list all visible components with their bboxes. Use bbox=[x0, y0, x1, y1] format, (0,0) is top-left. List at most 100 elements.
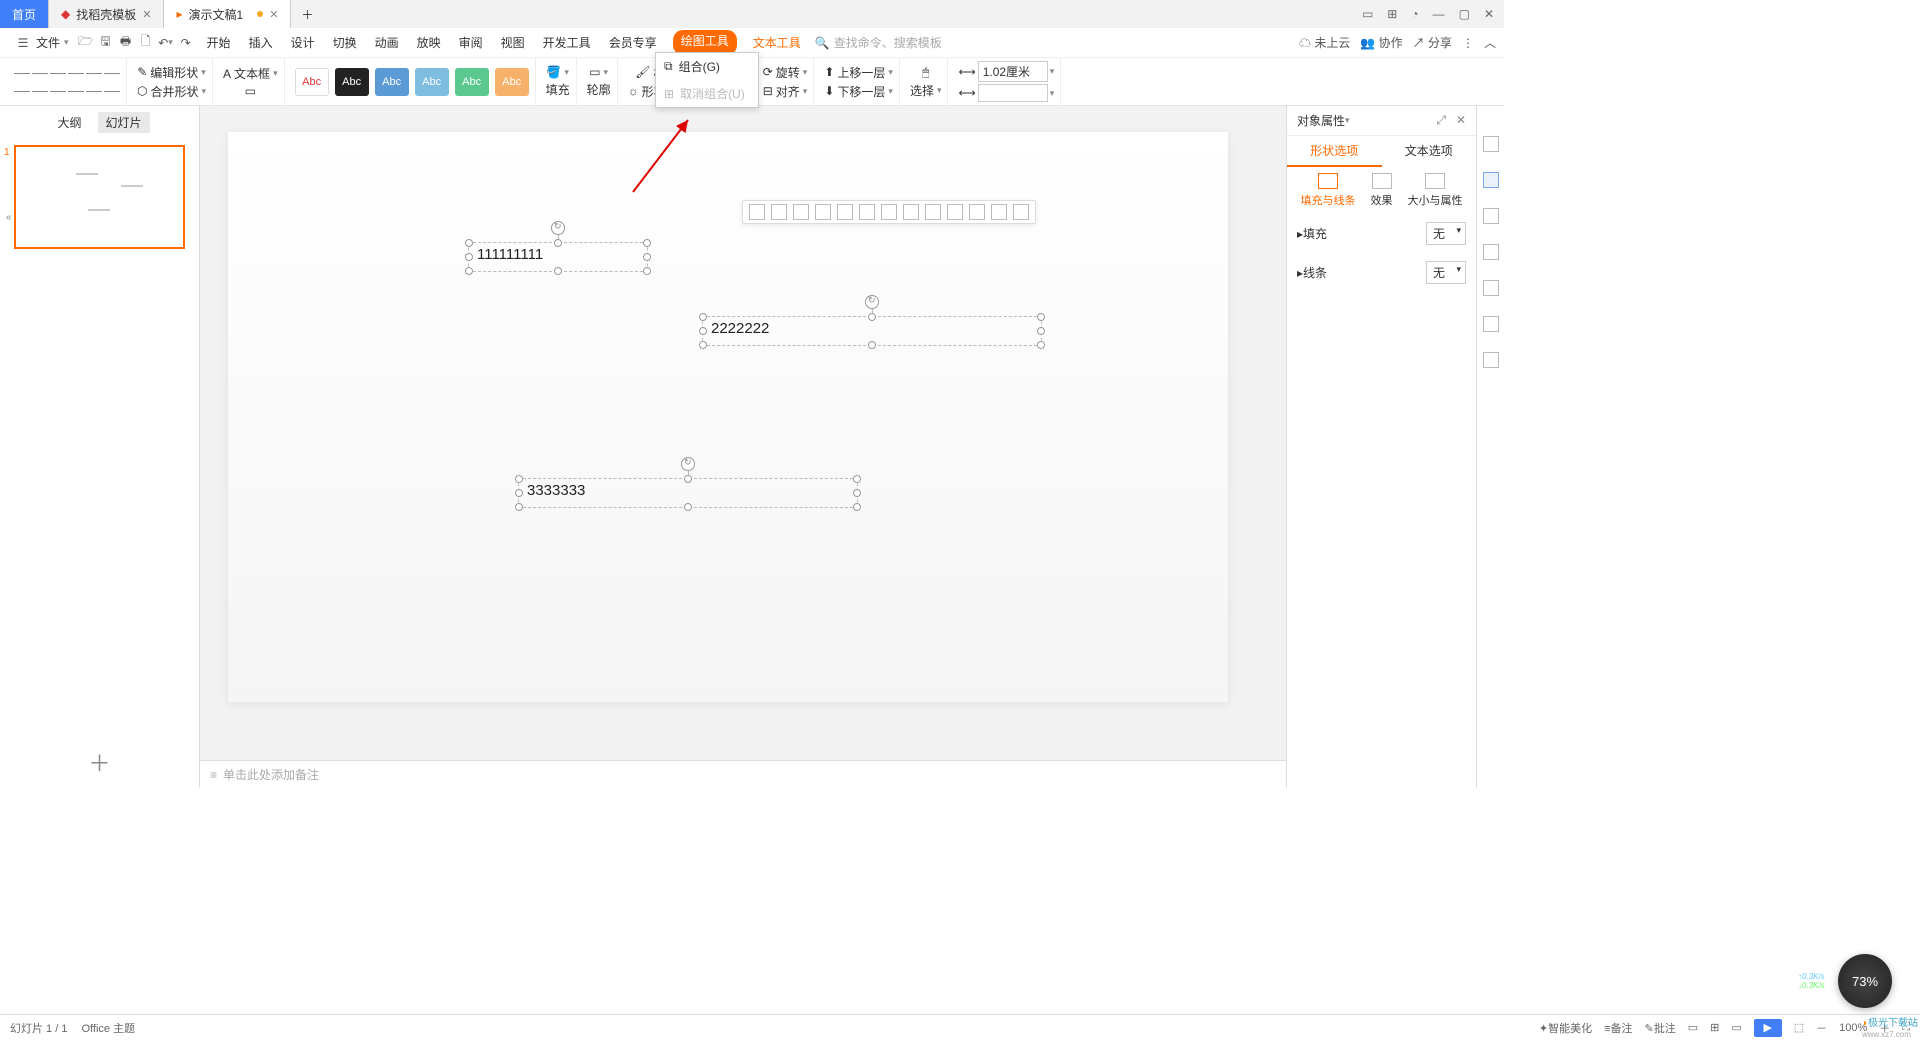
open-icon[interactable]: 🗁 bbox=[77, 34, 95, 52]
menu-vip[interactable]: 会员专享 bbox=[607, 30, 659, 55]
rotate-button[interactable]: ⟳旋转▾ bbox=[763, 64, 808, 81]
shape-gallery[interactable] bbox=[14, 65, 120, 99]
file-menu[interactable]: ☰文件▾ bbox=[8, 34, 75, 52]
height-input[interactable] bbox=[978, 84, 1048, 102]
tab-home[interactable]: 首页 bbox=[0, 0, 49, 28]
style-4[interactable]: Abc bbox=[415, 68, 449, 96]
placeholder-box[interactable]: ▭ bbox=[245, 84, 256, 98]
textbox-3-text: 3333333 bbox=[527, 482, 585, 499]
tab-doc[interactable]: ▸演示文稿1✕ bbox=[164, 0, 291, 28]
properties-panel: 对象属性▾⤢✕ 形状选项 文本选项 填充与线条 效果 大小与属性 ▸ 填充无 ▸… bbox=[1286, 106, 1476, 788]
select-pane[interactable]: 🖱 bbox=[922, 65, 929, 80]
style-2[interactable]: Abc bbox=[335, 68, 369, 96]
align-button[interactable]: ⊟对齐▾ bbox=[763, 83, 808, 100]
view-grid-icon[interactable]: ⊞ bbox=[1710, 1021, 1719, 1034]
theme-indicator: Office 主题 bbox=[81, 1020, 135, 1036]
more-icon[interactable]: ⋮ bbox=[1462, 36, 1474, 50]
location-icon[interactable] bbox=[1483, 280, 1499, 296]
close-icon[interactable]: ✕ bbox=[269, 8, 278, 21]
notes-toggle[interactable]: ≡备注 bbox=[1604, 1020, 1632, 1036]
smart-beautify[interactable]: ✦智能美化 bbox=[1539, 1020, 1592, 1036]
fill-select[interactable]: 无 bbox=[1426, 222, 1466, 245]
menu-start[interactable]: 开始 bbox=[205, 30, 233, 55]
menu-dev[interactable]: 开发工具 bbox=[541, 30, 593, 55]
layout-icon[interactable]: ▭ bbox=[1362, 7, 1373, 21]
close-panel-icon[interactable]: ✕ bbox=[1456, 113, 1466, 128]
help-icon[interactable] bbox=[1483, 316, 1499, 332]
diamond-icon[interactable] bbox=[1483, 136, 1499, 152]
textbox-2[interactable]: 2222222 bbox=[702, 316, 1042, 346]
menu-review[interactable]: 审阅 bbox=[457, 30, 485, 55]
fit-icon[interactable]: ⬚ bbox=[1794, 1021, 1804, 1034]
style-6[interactable]: Abc bbox=[495, 68, 529, 96]
fill-line-tab[interactable]: 填充与线条 bbox=[1301, 173, 1356, 208]
menu-transition[interactable]: 切换 bbox=[331, 30, 359, 55]
menu-design[interactable]: 设计 bbox=[289, 30, 317, 55]
add-slide-button[interactable]: ＋ bbox=[88, 746, 110, 778]
redo-icon[interactable]: ↷ bbox=[177, 34, 195, 52]
size-props-tab[interactable]: 大小与属性 bbox=[1408, 173, 1463, 208]
fill-row[interactable]: ▸ 填充无 bbox=[1287, 214, 1476, 253]
select-label[interactable]: 选择▾ bbox=[910, 82, 942, 99]
pin-icon[interactable]: ⤢ bbox=[1436, 113, 1446, 128]
textbox-1[interactable]: 111111111 bbox=[468, 242, 648, 272]
undo-icon[interactable]: ↶▾ bbox=[157, 34, 175, 52]
shape-options-tab[interactable]: 形状选项 bbox=[1287, 136, 1382, 167]
fill-button[interactable]: 🪣▾ bbox=[546, 65, 568, 79]
menu-anim[interactable]: 动画 bbox=[373, 30, 401, 55]
add-tab[interactable]: ＋ bbox=[291, 0, 323, 28]
layer-up[interactable]: ⬆上移一层▾ bbox=[824, 64, 893, 81]
preview-icon[interactable]: 🗋 bbox=[137, 34, 155, 52]
apps-icon[interactable]: ⊞ bbox=[1387, 7, 1397, 21]
style-5[interactable]: Abc bbox=[455, 68, 489, 96]
outline-tab[interactable]: 大纲 bbox=[49, 112, 89, 133]
image-icon[interactable] bbox=[1483, 208, 1499, 224]
annotation-arrow bbox=[628, 112, 708, 202]
line-select[interactable]: 无 bbox=[1426, 261, 1466, 284]
merge-shape[interactable]: ⬡合并形状▾ bbox=[137, 83, 206, 100]
layer-down[interactable]: ⬇下移一层▾ bbox=[824, 83, 893, 100]
dropdown-group[interactable]: ⧉组合(G) bbox=[656, 53, 758, 80]
text-box[interactable]: A文本框▾ bbox=[223, 65, 278, 82]
share-button[interactable]: ↗ 分享 bbox=[1413, 34, 1452, 51]
outline-button[interactable]: ▭▾ bbox=[589, 65, 608, 79]
feedback-icon[interactable] bbox=[1483, 352, 1499, 368]
collab-button[interactable]: 👥 协作 bbox=[1360, 34, 1402, 51]
style-3[interactable]: Abc bbox=[375, 68, 409, 96]
menu-insert[interactable]: 插入 bbox=[247, 30, 275, 55]
collapse-panel-icon[interactable]: « bbox=[6, 212, 12, 223]
edit-shape[interactable]: ✎编辑形状▾ bbox=[137, 64, 206, 81]
close-icon[interactable]: ✕ bbox=[142, 8, 151, 21]
search-input[interactable]: 🔍查找命令、搜索模板 bbox=[815, 34, 942, 51]
collapse-ribbon-icon[interactable]: ︿ bbox=[1484, 34, 1496, 51]
floating-align-toolbar[interactable] bbox=[742, 200, 1036, 224]
width-icon: ⟷ bbox=[958, 65, 975, 79]
skin-icon[interactable]: ◔ bbox=[1411, 7, 1418, 21]
view-read-icon[interactable]: ▭ bbox=[1731, 1021, 1741, 1034]
menu-play[interactable]: 放映 bbox=[415, 30, 443, 55]
zoom-out[interactable]: － bbox=[1816, 1020, 1827, 1036]
maximize-icon[interactable]: ▢ bbox=[1459, 7, 1470, 21]
play-button[interactable]: ▶ bbox=[1754, 1019, 1782, 1037]
width-input[interactable]: 1.02厘米 bbox=[978, 61, 1048, 82]
notes-bar[interactable]: ≡单击此处添加备注 bbox=[200, 760, 1286, 788]
slide-thumb-1[interactable]: 1 bbox=[14, 145, 185, 249]
text-options-tab[interactable]: 文本选项 bbox=[1382, 136, 1477, 167]
line-row[interactable]: ▸ 线条无 bbox=[1287, 253, 1476, 292]
tab-template[interactable]: ◆找稻壳模板✕ bbox=[49, 0, 164, 28]
properties-icon[interactable] bbox=[1483, 172, 1499, 188]
cloud-status[interactable]: ☁ 未上云 bbox=[1299, 34, 1350, 51]
link-icon[interactable] bbox=[1483, 244, 1499, 260]
menu-view[interactable]: 视图 bbox=[499, 30, 527, 55]
style-1[interactable]: Abc bbox=[295, 68, 329, 96]
print-icon[interactable]: 🖶 bbox=[117, 34, 135, 52]
effects-tab[interactable]: 效果 bbox=[1371, 173, 1393, 208]
save-icon[interactable]: 🖫 bbox=[97, 34, 115, 52]
slides-tab[interactable]: 幻灯片 bbox=[98, 112, 150, 133]
minimize-icon[interactable]: — bbox=[1433, 7, 1445, 21]
view-normal-icon[interactable]: ▭ bbox=[1688, 1021, 1698, 1034]
textbox-3[interactable]: 3333333 bbox=[518, 478, 858, 508]
slide[interactable]: 111111111 2222222 3333333 bbox=[228, 132, 1228, 702]
comment-toggle[interactable]: ✎批注 bbox=[1645, 1020, 1676, 1036]
close-icon[interactable]: ✕ bbox=[1484, 7, 1494, 21]
